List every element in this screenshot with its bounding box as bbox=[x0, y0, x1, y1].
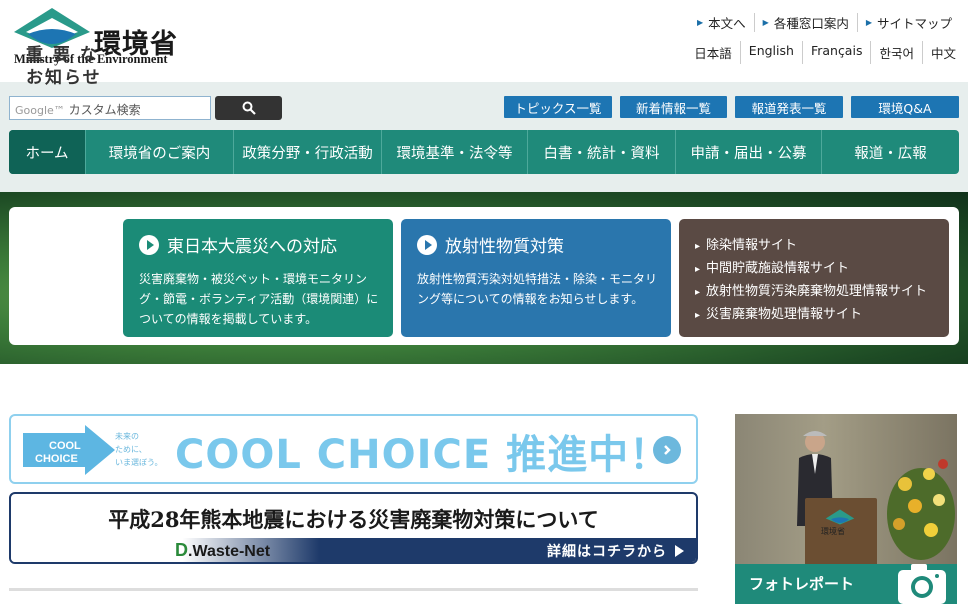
triangle-icon: ▶ bbox=[696, 18, 704, 27]
card-title: 放射性物質対策 bbox=[445, 237, 564, 257]
utility-links: ▶ 本文へ ▶ 各種窓口案内 ▶ サイトマップ bbox=[689, 13, 960, 32]
details-link[interactable]: 詳細はコチラから bbox=[547, 541, 684, 561]
cool-choice-banner[interactable]: COOL CHOICE 未来の ために、 いま選ぼう。 COOL CHOICE … bbox=[9, 414, 698, 484]
waste-banner-title: 平成28年熊本地震における災害廃棄物対策について bbox=[108, 507, 599, 532]
card-description: 災害廃棄物・被災ペット・環境モニタリング・節電・ボランティア活動（環境関連）につ… bbox=[139, 272, 379, 326]
lang-japanese[interactable]: 日本語 bbox=[686, 41, 740, 64]
kumamoto-waste-banner[interactable]: 平成28年熊本地震における災害廃棄物対策について D.Waste-Net 詳細は… bbox=[9, 492, 698, 564]
nav-policy[interactable]: 政策分野・行政活動 bbox=[233, 130, 381, 174]
lang-french[interactable]: Français bbox=[801, 41, 871, 64]
skip-to-content-link[interactable]: ▶ 本文へ bbox=[689, 13, 754, 32]
search-input[interactable]: Google™ カスタム検索 bbox=[9, 96, 211, 120]
earthquake-response-card[interactable]: 東日本大震災への対応 災害廃棄物・被災ペット・環境モニタリング・節電・ボランティ… bbox=[123, 219, 393, 337]
cool-choice-tagline: 未来の ために、 いま選ぼう。 bbox=[115, 432, 163, 467]
env-qa-button[interactable]: 環境Q&A bbox=[851, 96, 959, 118]
cool-choice-arrow-logo: COOL CHOICE bbox=[23, 425, 115, 475]
nav-home[interactable]: ホーム bbox=[9, 130, 85, 174]
triangle-icon: ▶ bbox=[865, 18, 872, 27]
lang-chinese[interactable]: 中文 bbox=[921, 41, 964, 64]
lang-korean[interactable]: 한국어 bbox=[870, 41, 922, 64]
flower-arrangement bbox=[887, 459, 955, 560]
nav-press[interactable]: 報道・広報 bbox=[821, 130, 959, 174]
cool-logo-line2: CHOICE bbox=[35, 453, 78, 465]
play-circle-icon bbox=[417, 234, 437, 255]
global-nav: ホーム 環境省のご案内 政策分野・行政活動 環境基準・法令等 白書・統計・資料 … bbox=[9, 130, 959, 174]
important-notice-label: 重 要 な お知らせ bbox=[26, 45, 102, 88]
search-button[interactable] bbox=[215, 96, 282, 120]
contact-guide-link[interactable]: ▶ 各種窓口案内 bbox=[753, 13, 857, 32]
search-placeholder: カスタム検索 bbox=[68, 103, 141, 117]
divider bbox=[9, 588, 698, 591]
decontamination-site-link[interactable]: 除染情報サイト bbox=[695, 235, 927, 258]
language-links: 日本語 English Français 한국어 中文 bbox=[686, 41, 964, 64]
lang-english[interactable]: English bbox=[739, 41, 802, 64]
nav-whitepaper[interactable]: 白書・統計・資料 bbox=[527, 130, 675, 174]
press-release-list-button[interactable]: 報道発表一覧 bbox=[735, 96, 843, 118]
search-icon bbox=[242, 101, 256, 115]
radioactive-measures-card[interactable]: 放射性物質対策 放射性物質汚染対処特措法・除染・モニタリング等についての情報をお… bbox=[401, 219, 671, 337]
triangle-right-icon bbox=[675, 545, 684, 557]
nav-standards[interactable]: 環境基準・法令等 bbox=[381, 130, 527, 174]
interim-storage-site-link[interactable]: 中間貯蔵施設情報サイト bbox=[695, 258, 927, 281]
dwaste-net-logo: D.Waste-Net bbox=[175, 540, 271, 560]
google-label: Google™ bbox=[15, 104, 65, 117]
cool-choice-title: COOL CHOICE 推進中！ bbox=[175, 432, 671, 478]
related-sites-card: 除染情報サイト 中間貯蔵施設情報サイト 放射性物質汚染廃棄物処理情報サイト 災害… bbox=[679, 219, 949, 337]
new-info-list-button[interactable]: 新着情報一覧 bbox=[620, 96, 727, 118]
nav-applications[interactable]: 申請・届出・公募 bbox=[675, 130, 821, 174]
disaster-waste-site-link[interactable]: 災害廃棄物処理情報サイト bbox=[695, 304, 927, 327]
nav-about[interactable]: 環境省のご案内 bbox=[85, 130, 233, 174]
chevron-right-icon bbox=[653, 436, 681, 464]
quick-links: トピックス一覧 新着情報一覧 報道発表一覧 環境Q&A bbox=[504, 96, 959, 118]
sitemap-link[interactable]: ▶ サイトマップ bbox=[856, 13, 960, 32]
topics-list-button[interactable]: トピックス一覧 bbox=[504, 96, 612, 118]
play-circle-icon bbox=[139, 234, 159, 255]
camera-icon bbox=[898, 564, 946, 604]
card-title: 東日本大震災への対応 bbox=[167, 237, 337, 257]
photo-report-card[interactable]: 環境省 フォトレポート bbox=[735, 414, 957, 604]
podium-logo: 環境省 bbox=[821, 508, 855, 536]
cool-logo-line1: COOL bbox=[49, 440, 81, 452]
card-description: 放射性物質汚染対処特措法・除染・モニタリング等についての情報をお知らせします。 bbox=[417, 272, 658, 306]
triangle-icon: ▶ bbox=[762, 18, 769, 27]
contaminated-waste-site-link[interactable]: 放射性物質汚染廃棄物処理情報サイト bbox=[695, 281, 927, 304]
